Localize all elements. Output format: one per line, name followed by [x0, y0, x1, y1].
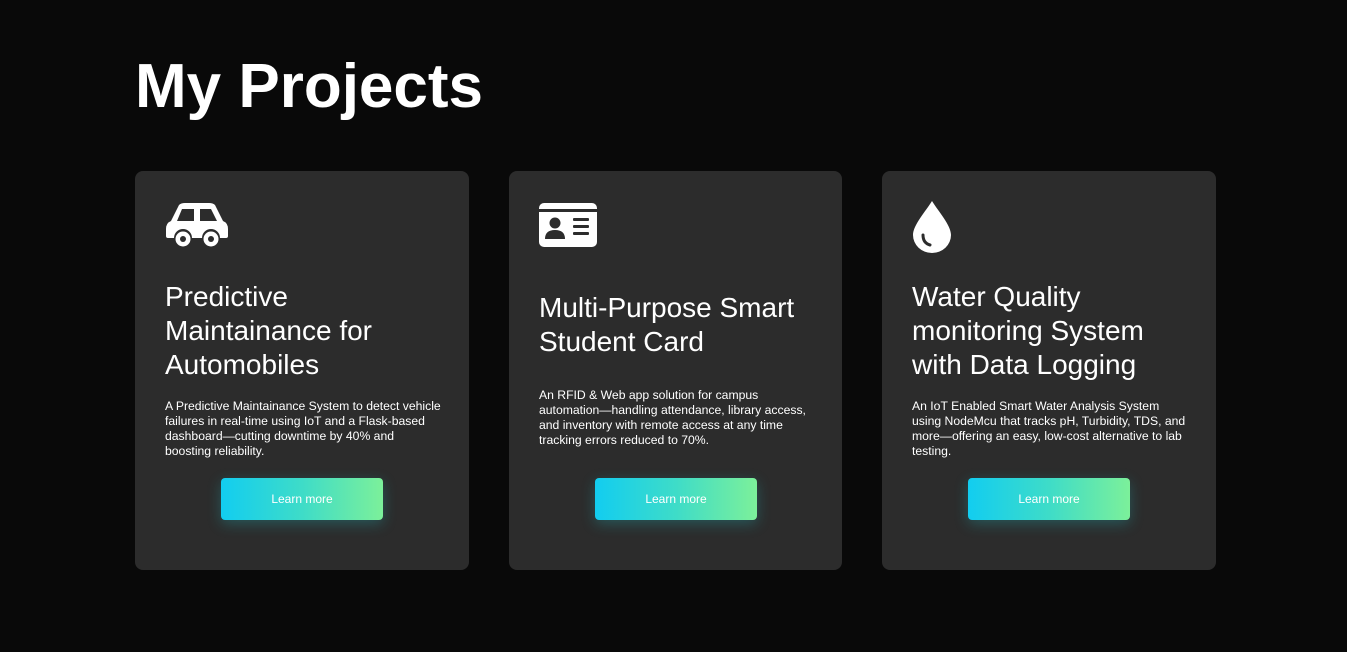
project-description: An IoT Enabled Smart Water Analysis Syst… — [912, 399, 1186, 458]
water-drop-icon — [912, 201, 952, 258]
project-title: Multi-Purpose Smart Student Card — [539, 292, 795, 357]
page-title: My Projects — [135, 52, 484, 121]
project-title: Water Quality monitoring System with Dat… — [912, 281, 1144, 380]
learn-more-button[interactable]: Learn more — [968, 478, 1130, 520]
projects-section: My Projects Predictive Maintainance for … — [0, 0, 1347, 652]
project-card-water-quality: Water Quality monitoring System with Dat… — [882, 171, 1216, 570]
project-card-smart-student-card: Multi-Purpose Smart Student Card An RFID… — [509, 171, 842, 570]
project-title: Predictive Maintainance for Automobiles — [165, 281, 373, 380]
learn-more-button[interactable]: Learn more — [595, 478, 757, 520]
learn-more-button[interactable]: Learn more — [221, 478, 383, 520]
project-description: An RFID & Web app solution for campus au… — [539, 388, 806, 447]
id-card-icon — [539, 201, 597, 252]
project-card-predictive-maintainance: Predictive Maintainance for Automobiles … — [135, 171, 469, 570]
car-icon — [165, 201, 229, 252]
project-description: A Predictive Maintainance System to dete… — [165, 399, 441, 458]
